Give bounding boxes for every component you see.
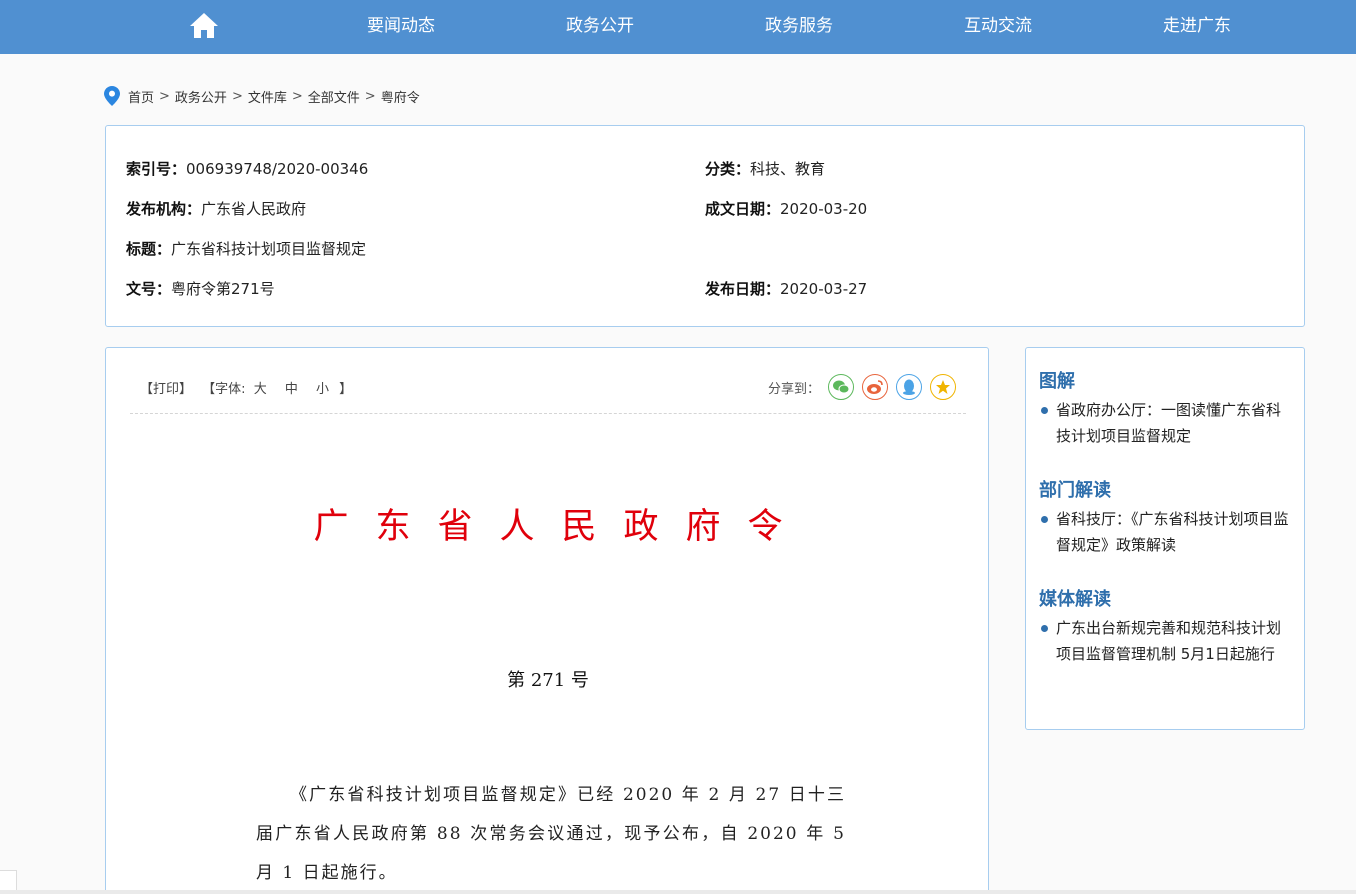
sidebar-item-label: 省科技厅：《广东省科技计划项目监督规定》政策解读 bbox=[1056, 510, 1289, 554]
meta-index: 索引号：006939748/2020-00346 bbox=[126, 158, 368, 179]
document-metadata-panel: 索引号：006939748/2020-00346 分类：科技、教育 发布机构：广… bbox=[105, 125, 1305, 327]
meta-index-label: 索引号： bbox=[126, 160, 187, 178]
bottom-edge bbox=[0, 890, 1356, 894]
meta-index-value: 006939748/2020-00346 bbox=[186, 160, 369, 178]
top-nav: 要闻动态 政务公开 政务服务 互动交流 走进广东 bbox=[0, 0, 1356, 54]
decree-body: 《广东省科技计划项目监督规定》已经 2020 年 2 月 27 日十三届广东省人… bbox=[256, 785, 846, 883]
breadcrumb-separator: > bbox=[231, 88, 243, 104]
home-icon[interactable] bbox=[188, 10, 220, 42]
nav-item-interaction[interactable]: 互动交流 bbox=[964, 0, 1032, 54]
font-medium-button[interactable]: 中 bbox=[285, 382, 298, 397]
share-label: 分享到： bbox=[767, 381, 820, 397]
sidebar-item-label: 省政府办公厅：一图读懂广东省科技计划项目监督规定 bbox=[1056, 401, 1282, 445]
related-interpretations-sidebar: 图解 省政府办公厅：一图读懂广东省科技计划项目监督规定 部门解读 省科技厅：《广… bbox=[1025, 347, 1305, 730]
meta-title-label: 标题： bbox=[126, 240, 172, 258]
breadcrumb-separator: > bbox=[159, 88, 170, 104]
meta-doc-number: 文号：粤府令第271号 bbox=[126, 278, 275, 299]
qzone-icon[interactable] bbox=[930, 374, 956, 400]
meta-docno-label: 文号： bbox=[126, 280, 172, 298]
decree-number: 第 271 号 bbox=[507, 670, 589, 691]
meta-issuer: 发布机构：广东省人民政府 bbox=[126, 198, 306, 219]
nav-item-news[interactable]: 要闻动态 bbox=[367, 0, 435, 54]
meta-written-value: 2020-03-20 bbox=[780, 200, 868, 218]
sidebar-heading-media: 媒体解读 bbox=[1039, 589, 1111, 610]
meta-issuer-value: 广东省人民政府 bbox=[201, 200, 307, 218]
meta-category-value: 科技、教育 bbox=[750, 160, 826, 178]
bullet-icon bbox=[1041, 625, 1048, 632]
print-button[interactable]: 【打印】 bbox=[140, 382, 192, 397]
meta-category: 分类：科技、教育 bbox=[705, 158, 825, 179]
sidebar-item-media[interactable]: 广东出台新规完善和规范科技计划项目监督管理机制 5月1日起施行 bbox=[1040, 615, 1292, 667]
nav-item-gov-affairs-open[interactable]: 政务公开 bbox=[566, 0, 634, 54]
document-content: 【打印】 【字体: 大 中 小 】 分享到： 广东省人民政府令 第 271 号 … bbox=[105, 347, 989, 894]
breadcrumb-separator: > bbox=[291, 88, 303, 104]
bullet-icon bbox=[1041, 516, 1048, 523]
sidebar-item-department[interactable]: 省科技厅：《广东省科技计划项目监督规定》政策解读 bbox=[1040, 506, 1292, 558]
font-large-button[interactable]: 大 bbox=[254, 382, 267, 397]
breadcrumb-current[interactable]: 粤府令 bbox=[381, 87, 420, 106]
breadcrumb-gov-affairs-open[interactable]: 政务公开 bbox=[175, 87, 227, 106]
nav-item-about-guangdong[interactable]: 走进广东 bbox=[1163, 0, 1231, 54]
sidebar-heading-illustration: 图解 bbox=[1039, 371, 1075, 392]
decree-title: 广东省人民政府令 bbox=[313, 507, 810, 547]
font-small-button[interactable]: 小 bbox=[316, 382, 329, 397]
location-pin-icon bbox=[104, 86, 120, 106]
meta-published-value: 2020-03-27 bbox=[780, 280, 868, 298]
meta-title: 标题：广东省科技计划项目监督规定 bbox=[126, 238, 366, 259]
breadcrumb-file-library[interactable]: 文件库 bbox=[248, 87, 287, 106]
wechat-icon[interactable] bbox=[828, 374, 854, 400]
meta-issuer-label: 发布机构： bbox=[126, 200, 202, 218]
sidebar-item-label: 广东出台新规完善和规范科技计划项目监督管理机制 5月1日起施行 bbox=[1056, 619, 1282, 663]
meta-docno-value: 粤府令第271号 bbox=[171, 280, 275, 298]
meta-written-date: 成文日期：2020-03-20 bbox=[705, 198, 867, 219]
sidebar-item-illustration[interactable]: 省政府办公厅：一图读懂广东省科技计划项目监督规定 bbox=[1040, 397, 1292, 449]
meta-published-label: 发布日期： bbox=[705, 280, 781, 298]
meta-written-label: 成文日期： bbox=[705, 200, 781, 218]
meta-category-label: 分类： bbox=[705, 160, 751, 178]
breadcrumb-all-files[interactable]: 全部文件 bbox=[308, 87, 360, 106]
sidebar-heading-department: 部门解读 bbox=[1039, 480, 1111, 501]
breadcrumb: 首页 > 政务公开 > 文件库 > 全部文件 > 粤府令 bbox=[104, 86, 420, 106]
meta-title-value: 广东省科技计划项目监督规定 bbox=[171, 240, 367, 258]
print-font-controls: 【打印】 【字体: 大 中 小 】 bbox=[140, 378, 352, 397]
meta-published-date: 发布日期：2020-03-27 bbox=[705, 278, 867, 299]
breadcrumb-separator: > bbox=[364, 88, 376, 104]
font-size-suffix: 】 bbox=[339, 382, 353, 397]
weibo-icon[interactable] bbox=[862, 374, 888, 400]
bullet-icon bbox=[1041, 407, 1048, 414]
qq-icon[interactable] bbox=[896, 374, 922, 400]
breadcrumb-home[interactable]: 首页 bbox=[128, 87, 154, 106]
share-bar: 分享到： bbox=[768, 374, 956, 400]
nav-item-gov-services[interactable]: 政务服务 bbox=[765, 0, 833, 54]
document-toolbar: 【打印】 【字体: 大 中 小 】 分享到： bbox=[130, 366, 966, 414]
font-size-prefix: 【字体: bbox=[202, 382, 246, 397]
